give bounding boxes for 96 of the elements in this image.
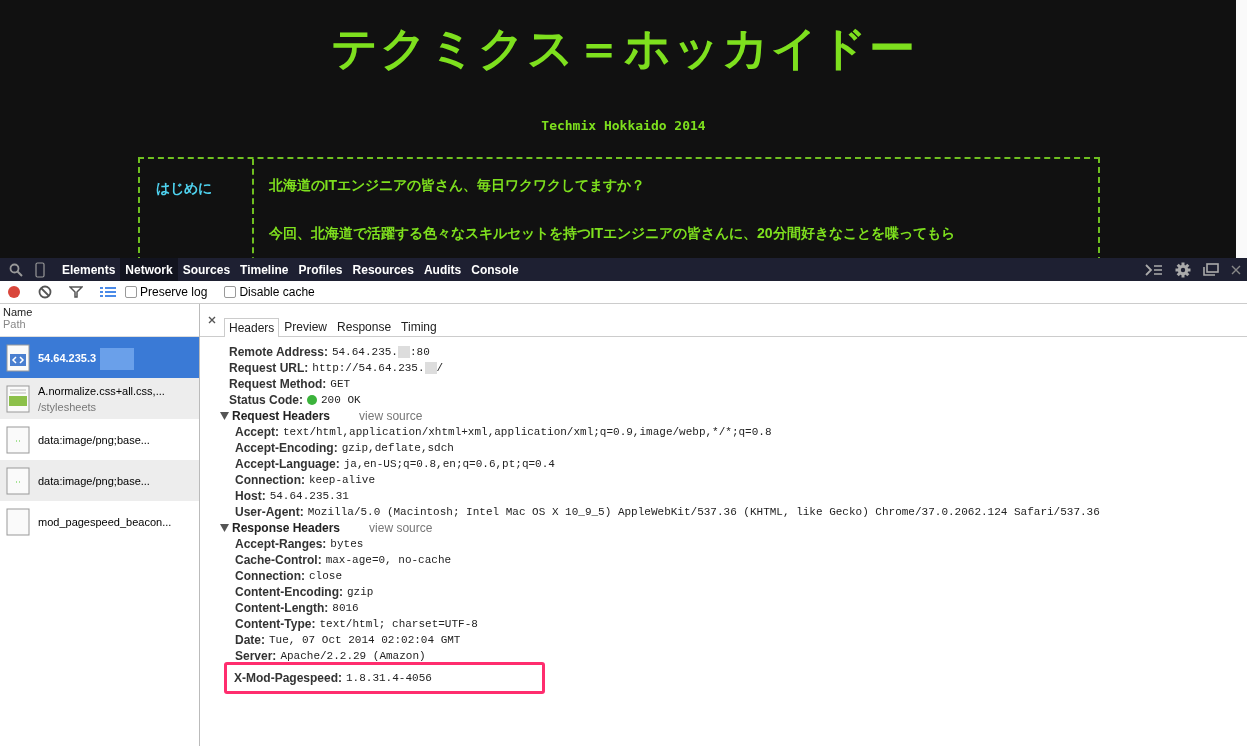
column-header: Name xyxy=(3,306,34,318)
header-name: Accept: xyxy=(235,425,279,439)
devtools-tab[interactable]: Network xyxy=(120,258,178,281)
header-value: 1.8.31.4-4056 xyxy=(346,672,432,684)
clear-icon[interactable] xyxy=(38,285,52,299)
header-name: Connection: xyxy=(235,473,305,487)
checkbox[interactable] xyxy=(224,286,237,298)
header-name: Accept-Ranges: xyxy=(235,537,327,551)
view-source-link[interactable]: view source xyxy=(359,409,423,423)
dock-icon[interactable] xyxy=(1203,262,1219,277)
devtools-tab[interactable]: Elements xyxy=(57,258,121,281)
html-file-icon xyxy=(6,343,30,372)
header-value: 8016 xyxy=(332,602,359,614)
detail-tab[interactable]: Timing xyxy=(396,317,442,336)
paragraph: 今回、北海道で活躍する色々なスキルセットを持つITエンジニアの皆さんに、20分間好きなことを喋ってもら xyxy=(268,225,955,243)
mobile-device-icon[interactable] xyxy=(35,261,45,278)
section-label: はじめに xyxy=(155,180,212,196)
header-value: 54.64.235. xyxy=(331,346,398,358)
request-name: A.normalize.css+all.css,... xyxy=(38,384,165,397)
blank-file-icon xyxy=(6,507,30,536)
request-name: data:image/png;base... xyxy=(38,433,150,446)
request-row[interactable]: data:image/png;base... xyxy=(0,419,199,460)
paragraph: 北海道のITエンジニアの皆さん、毎日ワクワクしてますか？ xyxy=(268,177,646,195)
devtools-tab[interactable]: Timeline xyxy=(235,258,294,281)
header-value: 54.64.235.31 xyxy=(269,490,349,502)
devtools-tab[interactable]: Profiles xyxy=(293,258,348,281)
section-title: Request Headers xyxy=(232,409,331,423)
header-name: Accept-Language: xyxy=(235,457,340,471)
request-name: mod_pagespeed_beacon... xyxy=(38,515,172,528)
devtools-tab[interactable]: Console xyxy=(466,258,524,281)
devtools-tab[interactable]: Sources xyxy=(177,258,236,281)
header-value: Tue, 07 Oct 2014 02:02:04 GMT xyxy=(269,634,461,646)
disclosure-triangle-icon[interactable] xyxy=(220,524,229,532)
header-name: Date: xyxy=(235,633,265,647)
site-subtitle: Techmix Hokkaido 2014 xyxy=(541,118,706,133)
record-icon[interactable] xyxy=(7,285,21,299)
devtools-tab[interactable]: Audits xyxy=(418,258,467,281)
disclosure-triangle-icon[interactable] xyxy=(220,412,229,420)
request-row[interactable]: 54.64.235.3 xyxy=(0,337,199,378)
header-name: Content-Length: xyxy=(235,601,329,615)
header-value: keep-alive xyxy=(309,474,375,486)
header-value: http://54.64.235. xyxy=(312,362,425,374)
console-drawer-icon[interactable] xyxy=(1145,263,1163,276)
header-name: Host: xyxy=(235,489,266,503)
header-value: Mozilla/5.0 (Macintosh; Intel Mac OS X 10_9_5) AppleWebKit/537.36 (KHTML, like Gecko) Chrome/37.0.2062.124 Safari/537.36 xyxy=(307,506,1100,518)
settings-icon[interactable] xyxy=(1175,261,1191,278)
section-title: Response Headers xyxy=(232,521,341,535)
request-row[interactable]: data:image/png;base... xyxy=(0,460,199,501)
request-row[interactable]: A.normalize.css+all.css,... /stylesheets xyxy=(0,378,199,419)
header-name: User-Agent: xyxy=(235,505,304,519)
site-title: テクミクス＝ホッカイドー xyxy=(330,20,917,77)
request-name: data:image/png;base... xyxy=(38,474,150,487)
header-value: close xyxy=(309,570,342,582)
request-row[interactable]: mod_pagespeed_beacon... xyxy=(0,501,199,542)
header-value: gzip xyxy=(347,586,374,598)
header-value: text/html; charset=UTF-8 xyxy=(319,618,478,630)
image-file-icon xyxy=(6,466,30,495)
header-name: Request Method: xyxy=(229,377,327,391)
css-file-icon xyxy=(6,384,30,413)
header-value: GET xyxy=(330,378,351,390)
header-name: Remote Address: xyxy=(229,345,328,359)
image-file-icon xyxy=(6,425,30,454)
header-value: 200 OK xyxy=(321,394,361,406)
checkbox-label: Disable cache xyxy=(239,285,315,299)
header-name: Cache-Control: xyxy=(235,553,322,567)
filter-icon[interactable] xyxy=(69,285,83,299)
header-value: Apache/2.2.29 (Amazon) xyxy=(280,650,426,662)
detail-tab[interactable]: Preview xyxy=(279,317,333,336)
header-name: Server: xyxy=(235,649,277,663)
detail-tab[interactable]: Response xyxy=(332,317,397,336)
request-path: /stylesheets xyxy=(38,400,98,413)
list-view-icon[interactable] xyxy=(100,286,116,298)
close-icon[interactable] xyxy=(208,316,216,324)
search-icon[interactable] xyxy=(9,262,23,277)
header-value: max-age=0, no-cache xyxy=(325,554,452,566)
header-value: / xyxy=(436,362,444,374)
column-subheader: Path xyxy=(3,318,27,330)
header-name: Content-Type: xyxy=(235,617,316,631)
header-name: Status Code: xyxy=(229,393,303,407)
header-name: Request URL: xyxy=(229,361,309,375)
header-name: Accept-Encoding: xyxy=(235,441,338,455)
header-name: X-Mod-Pagespeed: xyxy=(234,671,342,685)
view-source-link[interactable]: view source xyxy=(369,521,433,535)
checkbox[interactable] xyxy=(125,286,137,298)
header-value: bytes xyxy=(330,538,364,550)
checkbox-label: Preserve log xyxy=(140,285,208,299)
header-value: :80 xyxy=(409,346,430,358)
request-name: 54.64.235.3 xyxy=(38,351,97,364)
devtools-tab[interactable]: Resources xyxy=(347,258,419,281)
detail-tab[interactable]: Headers xyxy=(224,318,280,337)
header-value: ja,en-US;q=0.8,en;q=0.6,pt;q=0.4 xyxy=(343,458,555,470)
close-icon[interactable] xyxy=(1231,264,1241,275)
header-name: Connection: xyxy=(235,569,305,583)
header-name: Content-Encoding: xyxy=(235,585,343,599)
header-value: text/html,application/xhtml+xml,application/xml;q=0.9,image/webp,*/*;q=0.8 xyxy=(283,426,772,438)
header-value: gzip,deflate,sdch xyxy=(341,442,454,454)
